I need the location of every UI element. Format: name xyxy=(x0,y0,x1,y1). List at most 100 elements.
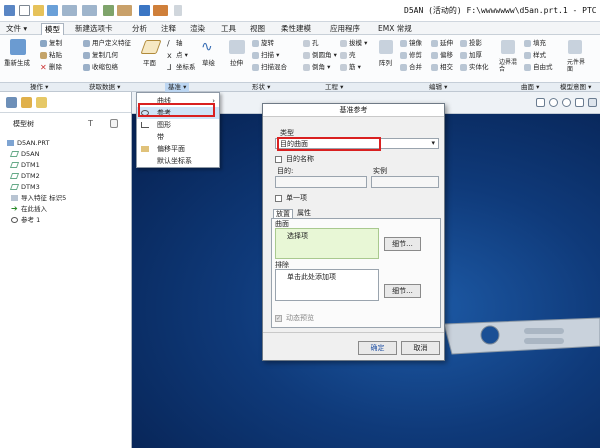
delete-button[interactable]: 删除 xyxy=(49,63,62,72)
group-shapes[interactable]: 形状 ▾ xyxy=(252,83,270,92)
tree-item-part[interactable]: D5AN.PRT xyxy=(7,139,49,147)
exclude-collector[interactable]: 单击此处添加项 xyxy=(275,269,379,301)
save-quick-icon[interactable] xyxy=(139,5,150,16)
sketch-button[interactable]: 草绘 xyxy=(202,59,215,68)
tab-annotate[interactable]: 注释 xyxy=(158,23,179,35)
instance-input[interactable] xyxy=(371,176,439,188)
tab-properties[interactable]: 属性 xyxy=(295,209,313,218)
tree-item-import[interactable]: 导入特征 标识5 xyxy=(11,194,66,202)
project-button[interactable]: 投影 xyxy=(469,39,482,48)
plane-button[interactable]: 平面 xyxy=(143,59,156,68)
tab-analysis[interactable]: 分析 xyxy=(129,23,150,35)
menu-item-graph[interactable]: 图形 xyxy=(137,119,219,131)
new-file-icon[interactable] xyxy=(19,5,30,16)
tab-file[interactable]: 文件 ▾ xyxy=(3,23,30,35)
freestyle-button[interactable]: 自由式 xyxy=(533,63,553,72)
thicken-button[interactable]: 加厚 xyxy=(469,51,482,60)
group-model-intent[interactable]: 模型意图 ▾ xyxy=(560,83,591,92)
regenerate-icon[interactable] xyxy=(103,5,114,16)
group-operations[interactable]: 操作 ▾ xyxy=(30,83,48,92)
windows-icon[interactable] xyxy=(117,5,132,16)
open-folder-icon[interactable] xyxy=(33,5,44,16)
rib-button[interactable]: 筋 ▾ xyxy=(349,63,361,72)
surface-collector[interactable]: 选择项 xyxy=(275,228,379,259)
mirror-button[interactable]: 镜像 xyxy=(409,39,422,48)
extrude-button[interactable]: 拉伸 xyxy=(230,59,243,68)
tree-settings-icon[interactable]: T xyxy=(88,119,96,128)
copy-geometry-button[interactable]: 复制几何 xyxy=(92,51,118,60)
extend-button[interactable]: 延伸 xyxy=(440,39,453,48)
tree-columns-icon[interactable] xyxy=(110,119,118,128)
repaint-icon[interactable] xyxy=(575,98,584,107)
udf-button[interactable]: 用户定义特征 xyxy=(92,39,131,48)
regen-button[interactable]: 重新生成 xyxy=(4,59,30,68)
save-icon[interactable] xyxy=(47,5,58,16)
tree-item-dtm1[interactable]: DTM1 xyxy=(9,161,40,169)
tree-item-insert-here[interactable]: ➔ 在此插入 xyxy=(11,205,47,214)
tab-view[interactable]: 视图 xyxy=(247,23,268,35)
group-engineering[interactable]: 工程 ▾ xyxy=(325,83,343,92)
quick-access-more-icon[interactable] xyxy=(174,5,182,16)
exclude-details-button[interactable]: 细节... xyxy=(384,284,421,298)
paste-button[interactable]: 粘贴 xyxy=(49,51,62,60)
sweep-button[interactable]: 扫描 ▾ xyxy=(261,51,279,60)
single-item-checkbox[interactable] xyxy=(275,195,282,202)
zoom-in-icon[interactable] xyxy=(549,98,558,107)
tab-tools[interactable]: 工具 xyxy=(218,23,239,35)
display-style-icon[interactable] xyxy=(588,98,597,107)
refit-icon[interactable] xyxy=(536,98,545,107)
cancel-button[interactable]: 取消 xyxy=(401,341,440,355)
tree-item-dtm2[interactable]: DTM2 xyxy=(9,172,40,180)
menu-item-offset-plane[interactable]: 偏移平面 xyxy=(137,143,219,155)
copy-button[interactable]: 复制 xyxy=(49,39,62,48)
redo-icon[interactable] xyxy=(82,5,97,16)
tab-render[interactable]: 渲染 xyxy=(187,23,208,35)
csys-button[interactable]: 坐标系 xyxy=(176,63,196,72)
tree-item-d5an[interactable]: D5AN xyxy=(9,150,39,158)
folder-browser-tab-icon[interactable] xyxy=(21,97,32,108)
component-interface-button[interactable]: 元件界面 xyxy=(567,59,585,73)
intersect-button[interactable]: 相交 xyxy=(440,63,453,72)
favorites-tab-icon[interactable] xyxy=(36,97,47,108)
intent-name-checkbox[interactable] xyxy=(275,156,282,163)
revolve-button[interactable]: 旋转 xyxy=(261,39,274,48)
tab-model[interactable]: 模型 xyxy=(41,23,64,35)
tab-applications[interactable]: 应用程序 xyxy=(327,23,363,35)
menu-item-ribbon[interactable]: 带 xyxy=(137,131,219,143)
tree-item-reference[interactable]: 参考 1 xyxy=(11,216,40,224)
group-editing[interactable]: 编辑 ▾ xyxy=(429,83,447,92)
axis-button[interactable]: 轴 xyxy=(176,39,183,48)
point-button[interactable]: 点 ▾ xyxy=(176,51,188,60)
customize-icon[interactable] xyxy=(153,5,168,16)
style-button[interactable]: 样式 xyxy=(533,51,546,60)
solidify-button[interactable]: 实体化 xyxy=(469,63,489,72)
group-surfaces[interactable]: 曲面 ▾ xyxy=(521,83,539,92)
swept-blend-button[interactable]: 扫描混合 xyxy=(261,63,287,72)
chamfer-button[interactable]: 倒角 ▾ xyxy=(312,63,330,72)
merge-button[interactable]: 合并 xyxy=(409,63,422,72)
model-tree-tab-icon[interactable] xyxy=(6,97,17,108)
shrinkwrap-button[interactable]: 收缩包络 xyxy=(92,63,118,72)
tab-emx[interactable]: EMX 常规 xyxy=(375,23,415,35)
round-button[interactable]: 倒圆角 ▾ xyxy=(312,51,337,60)
group-get-data[interactable]: 获取数据 ▾ xyxy=(89,83,120,92)
ok-button[interactable]: 确定 xyxy=(358,341,397,355)
surface-details-button[interactable]: 细节... xyxy=(384,237,421,251)
pattern-button[interactable]: 阵列 xyxy=(379,59,392,68)
tab-flexible-modeling[interactable]: 柔性建模 xyxy=(278,23,314,35)
draft-button[interactable]: 拔模 ▾ xyxy=(349,39,367,48)
tree-item-dtm3[interactable]: DTM3 xyxy=(9,183,40,191)
intent-name-input[interactable] xyxy=(275,176,367,188)
boundary-blend-button[interactable]: 边界混合 xyxy=(499,59,521,73)
offset-button[interactable]: 偏移 xyxy=(440,51,453,60)
zoom-out-icon[interactable] xyxy=(562,98,571,107)
menu-item-default-csys[interactable]: 默认坐标系 xyxy=(137,155,219,167)
shell-button[interactable]: 壳 xyxy=(349,51,356,60)
dynamic-preview-checkbox[interactable]: ✓ xyxy=(275,315,282,322)
hole-button[interactable]: 孔 xyxy=(312,39,319,48)
trim-button[interactable]: 修剪 xyxy=(409,51,422,60)
fill-button[interactable]: 填充 xyxy=(533,39,546,48)
tab-new[interactable]: 新建选项卡 xyxy=(72,23,116,35)
undo-icon[interactable] xyxy=(62,5,77,16)
group-datum[interactable]: 基准 ▾ xyxy=(165,83,190,92)
